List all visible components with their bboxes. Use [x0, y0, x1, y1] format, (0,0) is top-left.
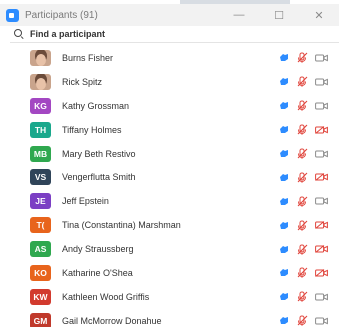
search-icon — [14, 29, 24, 39]
mic-muted-icon[interactable] — [297, 244, 309, 255]
camera-icon[interactable] — [315, 78, 328, 86]
mic-muted-icon[interactable] — [297, 172, 309, 183]
hand-icon[interactable] — [279, 316, 289, 325]
participant-name: Gail McMorrow Donahue — [62, 315, 162, 326]
maximize-button[interactable]: ☐ — [259, 4, 299, 26]
camera-icon[interactable] — [315, 197, 328, 205]
participant-name: Tina (Constantina) Marshman — [62, 220, 181, 231]
avatar-face — [35, 77, 46, 90]
avatar-initials: JE — [30, 193, 51, 210]
hand-icon[interactable] — [279, 292, 289, 301]
mic-muted-icon[interactable] — [297, 52, 309, 64]
hand-icon[interactable] — [279, 149, 289, 158]
participant-name: Katharine O'Shea — [62, 267, 133, 278]
hand-icon[interactable] — [279, 268, 289, 277]
mic-muted-icon[interactable] — [297, 291, 309, 303]
zoom-app-icon — [6, 8, 19, 22]
participant-row[interactable]: AS Andy Straussberg — [0, 237, 339, 261]
avatar-initials: AS — [30, 241, 51, 258]
avatar-initials: MB — [30, 145, 51, 162]
participant-row[interactable]: MB Mary Beth Restivo — [0, 142, 339, 166]
participant-status-icons — [279, 237, 328, 261]
camera-icon[interactable] — [315, 102, 328, 110]
search-bar — [10, 26, 339, 43]
participant-row[interactable]: KG Kathy Grossman — [0, 94, 339, 118]
camera-off-icon[interactable] — [315, 125, 328, 134]
participant-row[interactable]: GM Gail McMorrow Donahue — [0, 309, 339, 327]
camera-off-icon[interactable] — [315, 221, 328, 230]
avatar-face — [35, 54, 46, 66]
participant-name: Kathy Grossman — [62, 100, 130, 111]
camera-icon[interactable] — [315, 150, 328, 158]
avatar-initials: VS — [30, 169, 51, 186]
window-title: Participants (91) — [25, 9, 98, 21]
hand-icon[interactable] — [279, 173, 289, 182]
hand-icon[interactable] — [279, 101, 289, 110]
hand-icon[interactable] — [279, 53, 289, 62]
avatar-initials: KG — [30, 97, 51, 114]
participant-row[interactable]: TH Tiffany Holmes — [0, 118, 339, 142]
participant-status-icons — [279, 46, 328, 70]
mic-muted-icon[interactable] — [297, 196, 309, 207]
close-button[interactable]: ✕ — [299, 4, 339, 26]
hand-icon[interactable] — [279, 125, 289, 134]
participant-row[interactable]: JE Jeff Epstein — [0, 189, 339, 213]
participant-row[interactable]: Burns Fisher — [0, 46, 339, 70]
participant-name: Burns Fisher — [62, 52, 114, 63]
participant-status-icons — [279, 213, 328, 237]
avatar-initials: KO — [30, 265, 51, 282]
participant-status-icons — [279, 189, 328, 213]
hand-icon[interactable] — [279, 197, 289, 206]
avatar-initials: KW — [30, 288, 51, 305]
minimize-button[interactable]: — — [219, 4, 259, 26]
avatar-photo — [30, 50, 51, 66]
hand-icon[interactable] — [279, 77, 289, 86]
avatar-photo — [30, 73, 51, 90]
participants-window: Participants (91) — ☐ ✕ Burns Fisher Rick… — [0, 0, 339, 327]
participant-name: Kathleen Wood Griffis — [62, 291, 150, 302]
search-input[interactable] — [30, 29, 310, 39]
participant-status-icons — [279, 285, 328, 309]
camera-off-icon[interactable] — [315, 269, 328, 277]
participant-row[interactable]: T( Tina (Constantina) Marshman — [0, 213, 339, 237]
camera-off-icon[interactable] — [315, 245, 328, 253]
participant-status-icons — [279, 261, 328, 285]
participant-name: Rick Spitz — [62, 76, 103, 87]
mic-muted-icon[interactable] — [297, 100, 309, 112]
participant-status-icons — [279, 142, 328, 166]
participant-name: Jeff Epstein — [62, 196, 109, 207]
participant-name: Tiffany Holmes — [62, 124, 122, 135]
participant-name: Andy Straussberg — [62, 244, 134, 255]
window-controls: — ☐ ✕ — [219, 4, 339, 26]
title-bar[interactable]: Participants (91) — ☐ ✕ — [0, 4, 339, 26]
participant-row[interactable]: KW Kathleen Wood Griffis — [0, 285, 339, 309]
mic-muted-icon[interactable] — [297, 124, 309, 135]
participant-status-icons — [279, 165, 328, 189]
camera-icon[interactable] — [315, 54, 328, 62]
hand-icon[interactable] — [279, 221, 289, 230]
participant-name: Mary Beth Restivo — [62, 148, 136, 159]
hand-icon[interactable] — [279, 245, 289, 254]
participant-row[interactable]: VS Vengerflutta Smith — [0, 165, 339, 189]
participant-name: Vengerflutta Smith — [62, 172, 136, 183]
participant-status-icons — [279, 309, 328, 327]
mic-muted-icon[interactable] — [297, 267, 309, 279]
mic-muted-icon[interactable] — [297, 315, 309, 327]
avatar-initials: GM — [30, 312, 51, 327]
mic-muted-icon[interactable] — [297, 148, 309, 159]
participant-status-icons — [279, 94, 328, 118]
mic-muted-icon[interactable] — [297, 76, 309, 88]
participant-status-icons — [279, 118, 328, 142]
camera-icon[interactable] — [315, 293, 328, 301]
participant-row[interactable]: KO Katharine O'Shea — [0, 261, 339, 285]
camera-off-icon[interactable] — [315, 173, 328, 182]
camera-icon[interactable] — [315, 317, 328, 325]
avatar-initials: TH — [30, 121, 51, 138]
mic-muted-icon[interactable] — [297, 220, 309, 231]
participant-list: Burns Fisher Rick Spitz KG Kathy Grossman TH… — [0, 46, 339, 327]
participant-status-icons — [279, 70, 328, 94]
avatar-initials: T( — [30, 217, 51, 234]
participant-row[interactable]: Rick Spitz — [0, 70, 339, 94]
